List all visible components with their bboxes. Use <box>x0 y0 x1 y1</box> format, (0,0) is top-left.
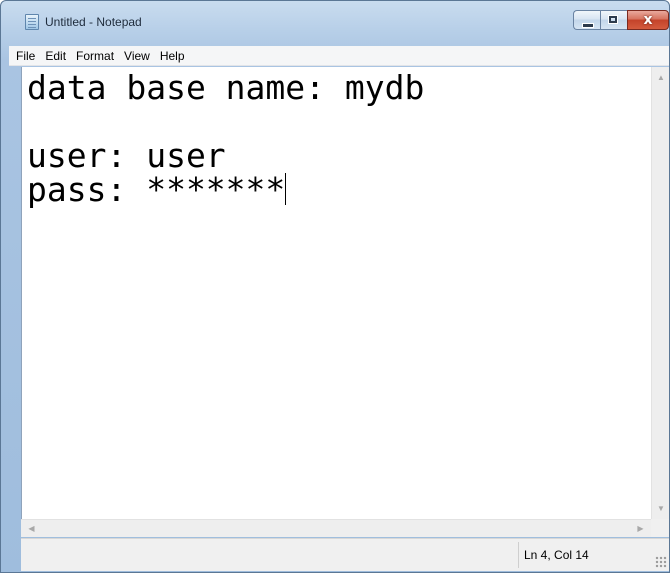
minimize-button[interactable] <box>573 10 600 30</box>
title-bar[interactable]: Untitled - Notepad x <box>1 1 669 35</box>
minimize-icon <box>582 23 594 28</box>
scrollbar-corner <box>651 519 669 537</box>
caption-buttons: x <box>573 10 669 30</box>
menu-help[interactable]: Help <box>155 46 190 66</box>
vertical-scrollbar[interactable]: ▲ ▼ <box>651 67 669 519</box>
status-divider <box>518 542 519 568</box>
menu-format[interactable]: Format <box>71 46 119 66</box>
menu-edit[interactable]: Edit <box>40 46 71 66</box>
scroll-up-arrow-icon[interactable]: ▲ <box>652 69 670 86</box>
text-editor[interactable]: data base name: mydb​user: userpass: ***… <box>21 67 651 519</box>
scroll-down-arrow-icon[interactable]: ▼ <box>652 500 670 517</box>
close-button[interactable]: x <box>627 10 669 30</box>
menu-bar: File Edit Format View Help <box>9 46 669 66</box>
horizontal-scrollbar[interactable]: ◀ ▶ <box>21 519 651 537</box>
menu-file[interactable]: File <box>11 46 40 66</box>
scroll-right-arrow-icon[interactable]: ▶ <box>632 520 649 538</box>
scroll-left-arrow-icon[interactable]: ◀ <box>23 520 40 538</box>
document-text[interactable]: data base name: mydb​user: userpass: ***… <box>27 71 424 207</box>
text-line: pass: ******* <box>27 170 286 209</box>
text-line-with-caret: pass: ******* <box>27 173 424 207</box>
resize-grip-icon[interactable] <box>655 556 667 568</box>
maximize-button[interactable] <box>600 10 627 30</box>
text-caret <box>285 173 287 205</box>
text-line: user: user <box>27 136 226 175</box>
text-line: data base name: mydb <box>27 68 425 107</box>
status-bar: Ln 4, Col 14 <box>21 538 669 571</box>
notepad-icon[interactable] <box>25 14 39 30</box>
close-icon: x <box>643 12 653 28</box>
window-title: Untitled - Notepad <box>45 15 142 29</box>
text-line: ​ <box>27 105 424 139</box>
cursor-position: Ln 4, Col 14 <box>524 548 589 562</box>
notepad-window: Untitled - Notepad x File Edit Format Vi… <box>0 0 670 573</box>
menu-view[interactable]: View <box>119 46 155 66</box>
maximize-icon <box>609 16 617 23</box>
